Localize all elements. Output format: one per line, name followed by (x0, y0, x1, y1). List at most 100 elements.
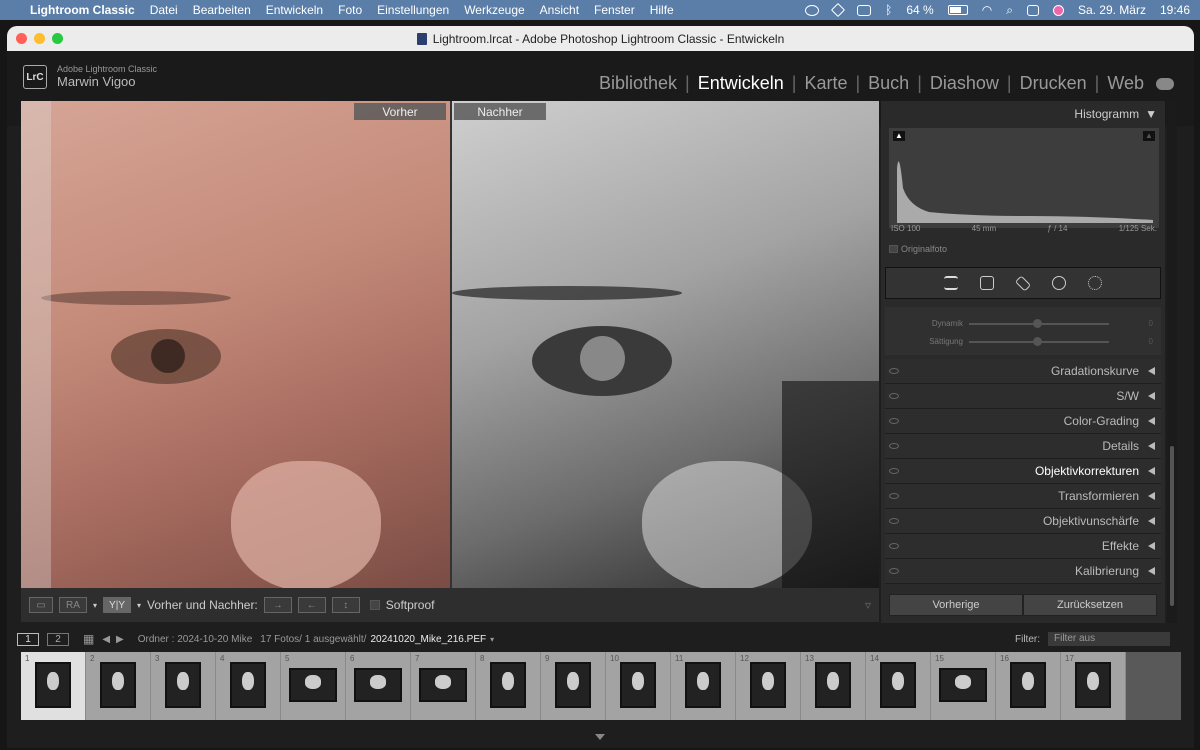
expand-triangle-icon[interactable] (1148, 467, 1155, 475)
menu-ansicht[interactable]: Ansicht (540, 3, 579, 17)
thumbnail-image[interactable] (685, 662, 721, 708)
minimize-window-button[interactable] (34, 33, 45, 44)
view-mode-dropdown-icon-2[interactable]: ▾ (137, 601, 141, 610)
visibility-eye-icon[interactable] (889, 493, 899, 499)
bluetooth-icon[interactable]: ᛒ (885, 3, 892, 17)
histogram-header[interactable]: Histogramm ▼ (881, 101, 1165, 127)
expand-triangle-icon[interactable] (1148, 517, 1155, 525)
siri-icon[interactable] (1052, 4, 1064, 16)
section-gradationskurve[interactable]: Gradationskurve (885, 359, 1161, 384)
filmstrip-thumbnail[interactable]: 12 (736, 652, 801, 720)
module-web[interactable]: Web (1107, 73, 1144, 94)
masking-icon[interactable] (1088, 276, 1102, 290)
saettigung-slider-knob[interactable] (1033, 336, 1043, 346)
menu-app-name[interactable]: Lightroom Classic (30, 3, 135, 17)
visibility-eye-icon[interactable] (889, 568, 899, 574)
visibility-eye-icon[interactable] (889, 468, 899, 474)
menu-bearbeiten[interactable]: Bearbeiten (193, 3, 251, 17)
filmstrip-thumbnail[interactable]: 16 (996, 652, 1061, 720)
softproof-checkbox[interactable] (369, 600, 380, 610)
section-objektivunschaerfe[interactable]: Objektivunschärfe (885, 509, 1161, 534)
section-sw[interactable]: S/W (885, 384, 1161, 409)
zoom-window-button[interactable] (52, 33, 63, 44)
visibility-eye-icon[interactable] (889, 518, 899, 524)
section-effekte[interactable]: Effekte (885, 534, 1161, 559)
filmstrip-thumbnail[interactable]: 1 (21, 652, 86, 720)
thumbnail-image[interactable] (1075, 662, 1111, 708)
highlight-clipping-icon[interactable]: ▲ (1143, 131, 1155, 141)
saettigung-value[interactable]: 0 (1149, 337, 1157, 346)
menu-einstellungen[interactable]: Einstellungen (377, 3, 449, 17)
dynamik-slider-knob[interactable] (1033, 318, 1043, 328)
module-diashow[interactable]: Diashow (930, 73, 999, 94)
filename-dropdown-icon[interactable]: ▾ (490, 635, 494, 644)
right-panel-scrollbar[interactable] (1167, 101, 1177, 623)
before-image[interactable] (21, 101, 450, 588)
filter-select[interactable]: Filter aus (1048, 632, 1170, 646)
visibility-eye-icon[interactable] (889, 393, 899, 399)
secondary-window-button[interactable]: 2 (47, 632, 69, 646)
thumbnail-image[interactable] (35, 662, 71, 708)
folder-path[interactable]: Ordner : 2024-10-20 Mike (138, 634, 253, 645)
menu-entwickeln[interactable]: Entwickeln (266, 3, 323, 17)
swap-before-after-button[interactable]: ↕ (331, 597, 360, 613)
filmstrip-thumbnail[interactable]: 4 (216, 652, 281, 720)
expand-triangle-icon[interactable] (1148, 442, 1155, 450)
filmstrip-thumbnail[interactable]: 11 (671, 652, 736, 720)
filmstrip-thumbnail[interactable]: 9 (541, 652, 606, 720)
scrollbar-thumb[interactable] (1170, 446, 1174, 606)
filmstrip-thumbnail[interactable]: 7 (411, 652, 476, 720)
filmstrip-thumbnail[interactable]: 14 (866, 652, 931, 720)
visibility-eye-icon[interactable] (889, 368, 899, 374)
primary-window-button[interactable]: 1 (17, 632, 39, 646)
histogram[interactable]: ▲ ▲ (889, 128, 1159, 228)
cloud-sync-icon[interactable] (1156, 77, 1174, 90)
filmstrip-thumbnail[interactable]: 10 (606, 652, 671, 720)
yy-view-button[interactable]: Y|Y (103, 597, 132, 613)
thumbnail-image[interactable] (620, 662, 656, 708)
section-transformieren[interactable]: Transformieren (885, 484, 1161, 509)
section-objektivkorrekturen[interactable]: Objektivkorrekturen (885, 459, 1161, 484)
filmstrip-thumbnail[interactable]: 13 (801, 652, 866, 720)
copy-before-to-after-button[interactable]: → (263, 597, 292, 613)
section-color-grading[interactable]: Color-Grading (885, 409, 1161, 434)
expand-triangle-icon[interactable] (1148, 542, 1155, 550)
dropbox-icon[interactable] (831, 2, 846, 18)
grid-view-icon[interactable]: ▦ (83, 632, 94, 646)
filmstrip-thumbnail[interactable]: 8 (476, 652, 541, 720)
close-window-button[interactable] (16, 33, 27, 44)
reset-button[interactable]: Zurücksetzen (1023, 594, 1157, 616)
filmstrip-thumbnail[interactable]: 2 (86, 652, 151, 720)
expand-triangle-icon[interactable] (1148, 567, 1155, 575)
thumbnail-image[interactable] (354, 668, 402, 702)
menu-werkzeuge[interactable]: Werkzeuge (464, 3, 524, 17)
expand-triangle-icon[interactable] (1148, 367, 1155, 375)
control-center-icon[interactable] (1026, 4, 1039, 16)
thumbnail-image[interactable] (555, 662, 591, 708)
toolbar-menu-icon[interactable]: ▿ (865, 598, 871, 612)
back-arrow-icon[interactable]: ◀ (102, 634, 110, 645)
section-details[interactable]: Details (885, 434, 1161, 459)
thumbnail-image[interactable] (289, 668, 337, 702)
filmstrip-thumbnail[interactable]: 15 (931, 652, 996, 720)
original-photo-toggle[interactable]: Originalfoto (889, 244, 947, 254)
display-icon[interactable] (857, 4, 872, 16)
edit-sliders-icon[interactable] (944, 276, 958, 290)
thumbnail-image[interactable] (100, 662, 136, 708)
menu-foto[interactable]: Foto (338, 3, 362, 17)
crop-icon[interactable] (980, 276, 994, 290)
visibility-eye-icon[interactable] (889, 543, 899, 549)
before-after-viewer[interactable]: Vorher Nachher (21, 101, 879, 588)
expand-triangle-icon[interactable] (1148, 392, 1155, 400)
filmstrip-thumbnail[interactable]: 5 (281, 652, 346, 720)
expand-triangle-icon[interactable] (1148, 492, 1155, 500)
menubar-time[interactable]: 19:46 (1160, 3, 1190, 17)
filmstrip[interactable]: 1 2 3 4 5 6 7 8 9 10 11 12 13 14 15 16 17 (21, 652, 1181, 720)
module-bibliothek[interactable]: Bibliothek (599, 73, 677, 94)
loupe-view-button[interactable]: ▭ (29, 597, 53, 613)
after-image[interactable] (452, 101, 879, 588)
saettigung-slider[interactable] (969, 336, 1109, 346)
dynamik-slider[interactable] (969, 318, 1109, 328)
filmstrip-thumbnail[interactable]: 3 (151, 652, 216, 720)
shadow-clipping-icon[interactable]: ▲ (893, 131, 905, 141)
